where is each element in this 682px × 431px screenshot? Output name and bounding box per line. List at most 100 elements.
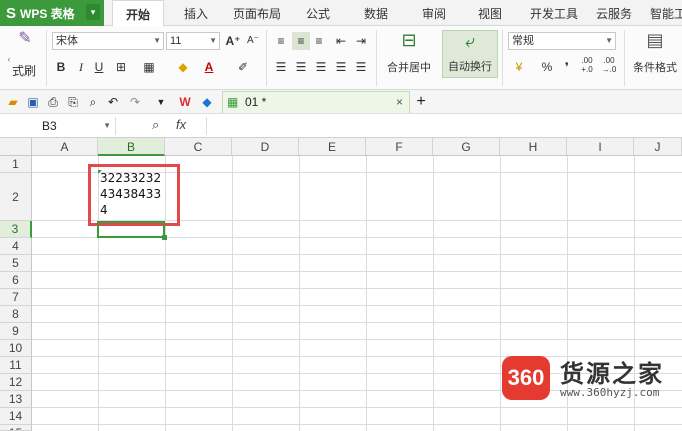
- align-bottom-icon[interactable]: ≡: [310, 32, 328, 50]
- font-color-icon[interactable]: A: [200, 58, 218, 76]
- row-header-13[interactable]: 13: [0, 391, 32, 408]
- column-header-h[interactable]: H: [500, 138, 567, 156]
- tab-smart[interactable]: 智能工: [648, 0, 682, 26]
- formula-input[interactable]: [206, 117, 682, 135]
- align-right-icon[interactable]: ☰: [312, 58, 330, 76]
- column-header-e[interactable]: E: [299, 138, 366, 156]
- row-header-14[interactable]: 14: [0, 408, 32, 425]
- column-header-f[interactable]: F: [366, 138, 433, 156]
- column-header-i[interactable]: I: [567, 138, 634, 156]
- column-header-j[interactable]: J: [634, 138, 682, 156]
- zoom-search-icon[interactable]: ⌕: [152, 117, 159, 133]
- undo-icon[interactable]: ↶: [104, 93, 122, 111]
- name-box[interactable]: B3 ▼: [8, 117, 116, 135]
- chevron-down-icon[interactable]: ▼: [103, 117, 111, 135]
- column-header-c[interactable]: C: [165, 138, 232, 156]
- tab-home[interactable]: 开始: [112, 0, 164, 27]
- gridline: [32, 322, 682, 323]
- merge-center-label: 合并居中: [387, 62, 431, 74]
- row-header-5[interactable]: 5: [0, 255, 32, 272]
- align-left-icon[interactable]: ☰: [272, 58, 290, 76]
- conditional-format-button[interactable]: ▤ 条件格式: [628, 30, 682, 86]
- underline-button[interactable]: U: [90, 58, 108, 76]
- merge-center-button[interactable]: ⊟ 合并居中: [380, 30, 438, 86]
- fill-pattern-icon[interactable]: ▦: [140, 58, 158, 76]
- column-header-d[interactable]: D: [232, 138, 299, 156]
- comma-style-button[interactable]: ❜: [558, 58, 576, 76]
- row-header-12[interactable]: 12: [0, 374, 32, 391]
- fill-color-icon[interactable]: ◆: [174, 58, 192, 76]
- format-painter-label[interactable]: 式刷: [12, 62, 36, 79]
- gridline: [32, 254, 682, 255]
- column-header-g[interactable]: G: [433, 138, 500, 156]
- column-header-b[interactable]: B: [98, 138, 165, 156]
- font-name-select[interactable]: 宋体 ▼: [52, 32, 164, 50]
- save-icon[interactable]: ▣: [24, 93, 42, 111]
- ribbon-separator: [46, 30, 47, 86]
- select-all-corner[interactable]: [0, 138, 32, 156]
- clear-format-icon[interactable]: ✐: [234, 58, 252, 76]
- wps-w-icon[interactable]: W: [176, 93, 194, 111]
- column-header-a[interactable]: A: [32, 138, 98, 156]
- distributed-icon[interactable]: ☰: [352, 58, 370, 76]
- active-cell-b3[interactable]: [97, 221, 167, 240]
- chevron-down-icon: ▼: [605, 36, 613, 45]
- row-header-6[interactable]: 6: [0, 272, 32, 289]
- increase-font-icon[interactable]: A⁺: [224, 32, 242, 50]
- justify-icon[interactable]: ☰: [332, 58, 350, 76]
- align-middle-icon[interactable]: ≡: [292, 32, 310, 50]
- row-header-4[interactable]: 4: [0, 238, 32, 255]
- percent-button[interactable]: %: [538, 58, 556, 76]
- customize-toolbar-icon[interactable]: ▼: [152, 93, 170, 111]
- fill-handle[interactable]: [162, 235, 167, 240]
- italic-button[interactable]: I: [72, 58, 90, 76]
- app-menu-arrow-icon[interactable]: ▾: [86, 4, 100, 20]
- wps-app-menu-button[interactable]: S WPS 表格 ▾: [0, 0, 104, 26]
- row-header-7[interactable]: 7: [0, 289, 32, 306]
- row-header-3[interactable]: 3: [0, 221, 32, 238]
- print-icon[interactable]: ⎙: [44, 93, 62, 111]
- watermark-url: www.360hyzj.com: [560, 386, 660, 399]
- indent-increase-icon[interactable]: ⇥: [352, 32, 370, 50]
- tab-view[interactable]: 视图: [470, 0, 510, 26]
- decrease-decimal-button[interactable]: .00 →.0: [600, 56, 618, 74]
- new-tab-icon[interactable]: +: [412, 93, 430, 111]
- row-header-2[interactable]: 2: [0, 173, 32, 221]
- align-top-icon[interactable]: ≡: [272, 32, 290, 50]
- open-folder-icon[interactable]: ▰: [4, 93, 22, 111]
- document-tab[interactable]: ▦ 01 * ×: [222, 91, 410, 113]
- tab-formulas[interactable]: 公式: [298, 0, 338, 26]
- row-header-10[interactable]: 10: [0, 340, 32, 357]
- format-painter-icon[interactable]: ✎: [14, 30, 36, 52]
- close-icon[interactable]: ×: [396, 92, 403, 112]
- wrap-text-button[interactable]: ⤶ 自动换行: [442, 30, 498, 78]
- redo-icon[interactable]: ↷: [126, 93, 144, 111]
- tab-page-layout[interactable]: 页面布局: [228, 0, 286, 26]
- indent-decrease-icon[interactable]: ⇤: [332, 32, 350, 50]
- align-center-icon[interactable]: ☰: [292, 58, 310, 76]
- conditional-format-label: 条件格式: [633, 62, 677, 74]
- row-header-1[interactable]: 1: [0, 156, 32, 173]
- currency-icon[interactable]: ¥: [510, 58, 528, 76]
- wrap-text-icon: ⤶: [464, 31, 476, 51]
- row-header-9[interactable]: 9: [0, 323, 32, 340]
- tab-insert[interactable]: 插入: [176, 0, 216, 26]
- bold-button[interactable]: B: [52, 58, 70, 76]
- print-preview-icon[interactable]: ⌕: [84, 93, 102, 111]
- fx-button[interactable]: fx: [176, 117, 186, 132]
- export-pdf-icon[interactable]: ⎘: [64, 93, 82, 111]
- increase-decimal-button[interactable]: .00 +.0: [578, 56, 596, 74]
- number-format-select[interactable]: 常规 ▼: [508, 32, 616, 50]
- row-header-15[interactable]: 15: [0, 425, 32, 431]
- borders-icon[interactable]: ⊞: [112, 58, 130, 76]
- tab-cloud[interactable]: 云服务: [592, 0, 636, 26]
- tab-developer[interactable]: 开发工具: [526, 0, 582, 26]
- row-header-11[interactable]: 11: [0, 357, 32, 374]
- cloud-box-icon[interactable]: ◆: [198, 93, 216, 111]
- decrease-font-icon[interactable]: A⁻: [244, 32, 262, 50]
- tab-review[interactable]: 审阅: [414, 0, 454, 26]
- font-size-select[interactable]: 11 ▼: [166, 32, 220, 50]
- row-header-8[interactable]: 8: [0, 306, 32, 323]
- ribbon-separator: [376, 30, 377, 86]
- tab-data[interactable]: 数据: [356, 0, 396, 26]
